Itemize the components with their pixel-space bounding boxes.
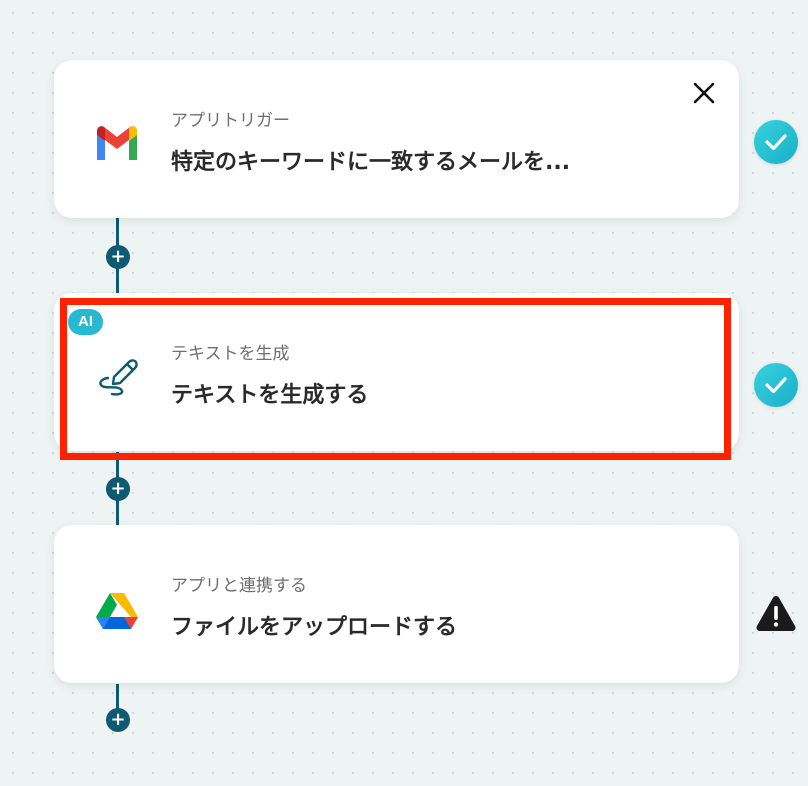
google-drive-icon bbox=[94, 587, 140, 633]
step-title: テキストを生成する bbox=[171, 383, 369, 408]
step-subtitle: アプリと連携する bbox=[171, 576, 307, 596]
step-title: 特定のキーワードに一致するメールを... bbox=[171, 150, 571, 175]
add-step-button[interactable]: + bbox=[106, 245, 130, 269]
success-check-icon bbox=[754, 363, 798, 407]
step-card-ai-text[interactable]: テキストを生成 テキストを生成する bbox=[54, 293, 739, 451]
step-title: ファイルをアップロードする bbox=[171, 615, 458, 640]
warning-icon bbox=[754, 592, 798, 636]
step-subtitle: アプリトリガー bbox=[171, 111, 290, 131]
gmail-icon bbox=[94, 122, 140, 168]
add-step-button[interactable]: + bbox=[106, 477, 130, 501]
success-check-icon bbox=[754, 120, 798, 164]
step-card-trigger[interactable]: アプリトリガー 特定のキーワードに一致するメールを... bbox=[54, 60, 739, 218]
ai-badge: AI bbox=[68, 309, 103, 335]
step-card-drive[interactable]: アプリと連携する ファイルをアップロードする bbox=[54, 525, 739, 683]
add-step-button[interactable]: + bbox=[106, 708, 130, 732]
close-icon[interactable] bbox=[691, 80, 717, 106]
step-subtitle: テキストを生成 bbox=[171, 344, 290, 364]
pen-stroke-icon bbox=[94, 349, 140, 396]
